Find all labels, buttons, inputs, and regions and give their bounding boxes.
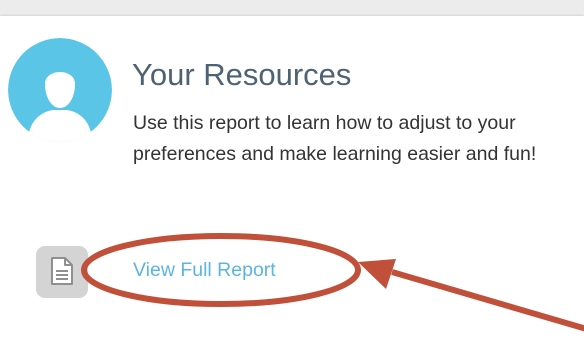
user-avatar-icon (8, 38, 112, 142)
card-title: Your Resources (132, 57, 352, 92)
card-description: Use this report to learn how to adjust t… (133, 112, 537, 165)
document-icon[interactable] (36, 246, 88, 298)
view-full-report-link[interactable]: View Full Report (133, 257, 276, 283)
